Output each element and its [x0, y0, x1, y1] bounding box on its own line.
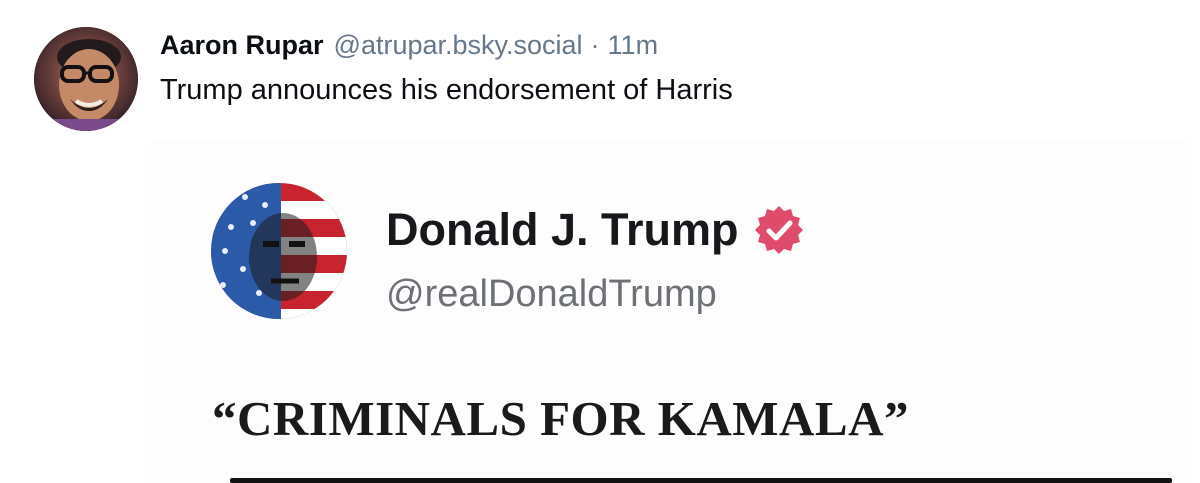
- post-text: Trump announces his endorsement of Harri…: [160, 74, 733, 106]
- embed-headline: “CRIMINALS FOR KAMALA”: [212, 391, 909, 446]
- verified-badge-icon: [753, 204, 805, 256]
- embed-display-name-text: Donald J. Trump: [386, 204, 739, 255]
- post-header: Aaron Rupar @atrupar.bsky.social · 11m: [160, 30, 658, 66]
- post-timestamp[interactable]: 11m: [608, 30, 659, 61]
- author-avatar[interactable]: [34, 27, 138, 131]
- author-handle[interactable]: @atrupar.bsky.social: [334, 30, 583, 61]
- embed-avatar: [211, 183, 347, 319]
- embed-handle: @realDonaldTrump: [386, 273, 717, 315]
- embed-display-name: Donald J. Trump: [386, 204, 805, 256]
- post: Aaron Rupar @atrupar.bsky.social · 11m T…: [0, 0, 1200, 483]
- embedded-image[interactable]: Donald J. Trump @realDonaldTrump “CRIMIN…: [150, 140, 1190, 483]
- embed-bottom-divider: [230, 478, 1172, 483]
- separator-dot: ·: [590, 30, 600, 60]
- author-name[interactable]: Aaron Rupar: [160, 30, 324, 61]
